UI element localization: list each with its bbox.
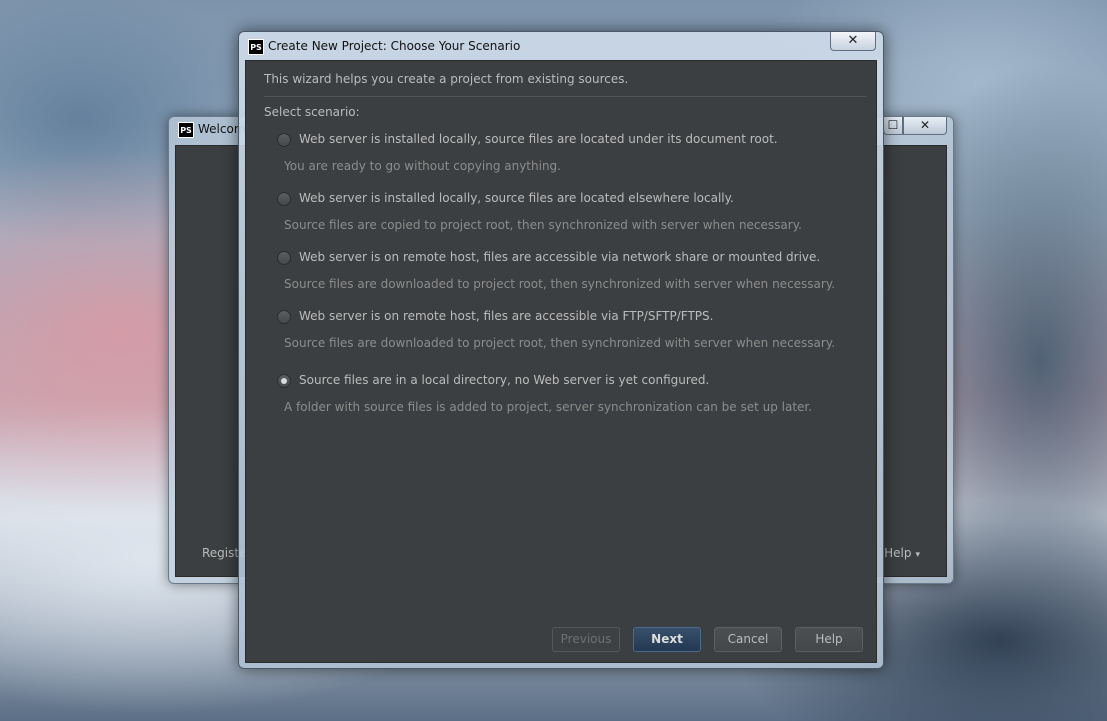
scenario-option-label[interactable]: Web server is installed locally, source … (299, 191, 734, 205)
maximize-button[interactable]: ☐ (883, 117, 903, 135)
scenario-option-label[interactable]: Web server is on remote host, files are … (299, 250, 820, 264)
dialog-content: This wizard helps you create a project f… (245, 60, 877, 663)
chevron-down-icon: ▾ (915, 550, 920, 560)
radio-button[interactable] (277, 133, 291, 147)
dialog-title: Create New Project: Choose Your Scenario (268, 39, 521, 53)
scenario-option-label[interactable]: Source files are in a local directory, n… (299, 373, 709, 387)
scenario-option-description: Source files are downloaded to project r… (284, 336, 836, 350)
scenario-option-label[interactable]: Web server is on remote host, files are … (299, 309, 713, 323)
welcome-close-button[interactable]: ✕ (903, 117, 947, 135)
cancel-button[interactable]: Cancel (714, 627, 782, 652)
welcome-help-label: Help (884, 546, 912, 560)
phpstorm-logo-icon: PS (248, 39, 264, 55)
scenario-option-description: A folder with source files is added to p… (284, 400, 813, 414)
next-button[interactable]: Next (633, 627, 701, 652)
wizard-intro-text: This wizard helps you create a project f… (264, 72, 629, 86)
radio-button-selected[interactable] (277, 374, 291, 388)
radio-button[interactable] (277, 310, 291, 324)
scenario-option-description: Source files are copied to project root,… (284, 218, 802, 232)
radio-button[interactable] (277, 251, 291, 265)
phpstorm-logo-icon: PS (178, 122, 194, 138)
dialog-close-button[interactable]: ✕ (830, 32, 876, 51)
scenario-option-description: Source files are downloaded to project r… (284, 277, 836, 291)
scenario-option-description: You are ready to go without copying anyt… (284, 159, 561, 173)
radio-button[interactable] (277, 192, 291, 206)
scenario-option-label[interactable]: Web server is installed locally, source … (299, 132, 778, 146)
help-button[interactable]: Help (795, 627, 863, 652)
separator (264, 96, 866, 97)
previous-button[interactable]: Previous (552, 627, 620, 652)
select-scenario-label: Select scenario: (264, 105, 360, 119)
create-project-dialog: PS Create New Project: Choose Your Scena… (238, 31, 884, 669)
welcome-help-menu[interactable]: Help ▾ (884, 546, 920, 560)
